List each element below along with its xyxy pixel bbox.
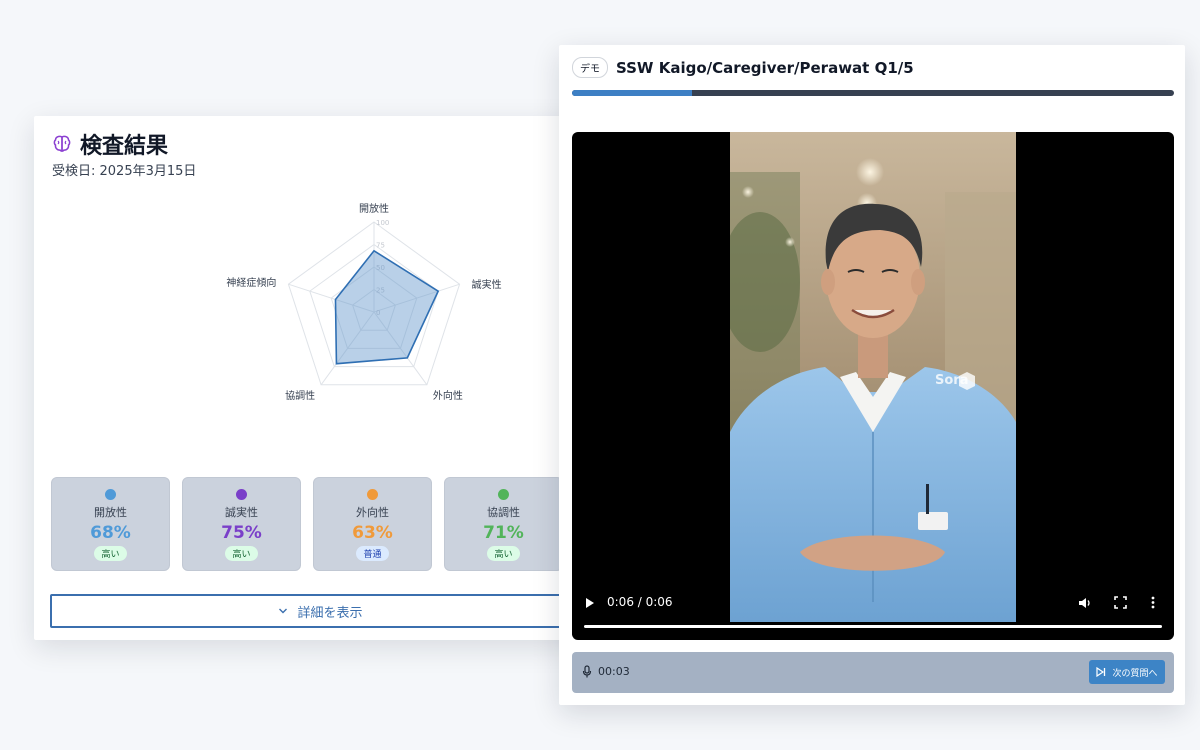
trait-percent: 71% bbox=[483, 523, 524, 543]
trait-percent: 68% bbox=[90, 523, 131, 543]
show-details-label: 詳細を表示 bbox=[297, 605, 363, 621]
interview-video-card: デモ SSW Kaigo/Caregiver/Perawat Q1/5 Sora… bbox=[559, 45, 1185, 705]
more-options-icon[interactable] bbox=[1150, 596, 1156, 609]
radar-axis-label: 開放性 bbox=[359, 202, 389, 215]
play-icon[interactable] bbox=[585, 597, 595, 609]
recording-timer: 00:03 bbox=[582, 665, 630, 678]
video-controls: 0:06 / 0:06 bbox=[572, 588, 1174, 628]
trait-percent: 75% bbox=[221, 523, 262, 543]
level-badge: 高い bbox=[94, 546, 127, 561]
page-title: 検査結果 bbox=[80, 134, 169, 159]
volume-icon[interactable] bbox=[1078, 596, 1092, 610]
result-card: 検査結果 受検日: 2025年3月15日 1007550250開放性誠実性外向性… bbox=[34, 116, 594, 640]
conscientiousness-color-dot bbox=[236, 489, 247, 500]
trait-name: 開放性 bbox=[94, 506, 127, 519]
demo-badge: デモ bbox=[572, 57, 608, 78]
radar-axis-label: 誠実性 bbox=[472, 278, 502, 291]
next-question-button[interactable]: 次の質問へ bbox=[1089, 660, 1165, 684]
chevron-down-icon bbox=[279, 608, 288, 614]
question-title: SSW Kaigo/Caregiver/Perawat Q1/5 bbox=[616, 58, 914, 77]
exam-date: 受検日: 2025年3月15日 bbox=[52, 164, 197, 179]
radar-tick-label: 75 bbox=[376, 242, 385, 250]
next-question-label: 次の質問へ bbox=[1112, 668, 1158, 679]
level-badge: 高い bbox=[487, 546, 520, 561]
radar-axis-label: 協調性 bbox=[285, 389, 315, 402]
video-player[interactable]: Sora 0:06 / 0:06 bbox=[572, 132, 1174, 640]
radar-tick-label: 100 bbox=[376, 219, 389, 227]
interviewer-video-image: Sora bbox=[730, 132, 1016, 622]
trait-summary-row: 開放性 68% 高い 誠実性 75% 高い 外向性 63% 普通 協調性 71%… bbox=[51, 477, 563, 571]
question-progress-fill bbox=[572, 90, 693, 96]
video-header: デモ SSW Kaigo/Caregiver/Perawat Q1/5 bbox=[572, 57, 914, 78]
radar-axis-label: 神経症傾向 bbox=[226, 276, 276, 289]
recording-bar: 00:03 次の質問へ bbox=[572, 652, 1174, 693]
result-header: 検査結果 bbox=[52, 128, 168, 160]
recording-time: 00:03 bbox=[598, 665, 630, 678]
agreeableness-color-dot bbox=[498, 489, 509, 500]
trait-card-agreeableness: 協調性 71% 高い bbox=[444, 477, 563, 571]
skip-next-icon bbox=[1096, 667, 1106, 677]
show-details-button[interactable]: 詳細を表示 bbox=[50, 594, 590, 628]
trait-name: 協調性 bbox=[487, 506, 520, 519]
openness-color-dot bbox=[105, 489, 116, 500]
fullscreen-icon[interactable] bbox=[1114, 596, 1127, 609]
video-scrubber[interactable] bbox=[584, 625, 1162, 628]
trait-card-extraversion: 外向性 63% 普通 bbox=[313, 477, 432, 571]
extraversion-color-dot bbox=[367, 489, 378, 500]
video-time-display: 0:06 / 0:06 bbox=[607, 595, 673, 609]
microphone-icon bbox=[582, 665, 592, 678]
trait-name: 外向性 bbox=[356, 506, 389, 519]
radar-score-area bbox=[334, 249, 440, 365]
trait-card-conscientiousness: 誠実性 75% 高い bbox=[182, 477, 301, 571]
level-badge: 高い bbox=[225, 546, 258, 561]
interviewer-video-frame: Sora bbox=[730, 132, 1016, 622]
trait-name: 誠実性 bbox=[225, 506, 258, 519]
level-badge: 普通 bbox=[356, 546, 389, 561]
trait-card-openness: 開放性 68% 高い bbox=[51, 477, 170, 571]
radar-axis-label: 外向性 bbox=[433, 389, 463, 402]
radar-chart: 1007550250開放性誠実性外向性協調性神経症傾向 bbox=[226, 202, 502, 402]
question-progress-bar bbox=[572, 90, 1174, 96]
brain-icon bbox=[53, 135, 71, 152]
trait-percent: 63% bbox=[352, 523, 393, 543]
